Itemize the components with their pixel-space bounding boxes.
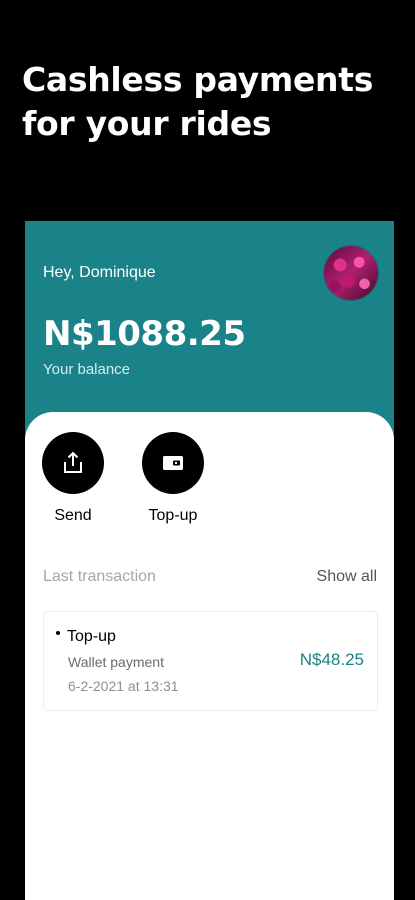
balance-amount: N$1088.25 (43, 314, 246, 354)
wallet-sheet: Send Top-up Last transaction Show all To… (25, 412, 394, 900)
bullet-icon (56, 631, 60, 635)
transaction-title: Top-up (56, 628, 116, 646)
wallet-icon (163, 456, 183, 470)
topup-label: Top-up (148, 507, 198, 524)
balance-label: Your balance (43, 361, 131, 378)
wallet-screen: Hey, Dominique N$1088.25 Your balance Se… (25, 221, 394, 900)
send-label: Send (54, 507, 92, 524)
transaction-title-text: Top-up (67, 628, 116, 645)
show-all-link[interactable]: Show all (317, 568, 377, 586)
headline-line-2: for your rides (22, 104, 272, 143)
promo-headline: Cashless payments for your rides (22, 58, 402, 146)
send-button[interactable]: Send (33, 432, 113, 525)
share-upload-icon (64, 451, 82, 473)
transaction-subtitle: Wallet payment (68, 654, 164, 670)
avatar[interactable] (324, 246, 378, 300)
transaction-amount: N$48.25 (299, 650, 364, 669)
transaction-date: 6-2-2021 at 13:31 (68, 678, 179, 694)
last-transaction-heading: Last transaction (43, 568, 156, 585)
transaction-card[interactable]: Top-up Wallet payment 6-2-2021 at 13:31 … (43, 611, 378, 711)
send-circle[interactable] (42, 432, 104, 494)
greeting-text: Hey, Dominique (43, 264, 156, 281)
topup-circle[interactable] (142, 432, 204, 494)
headline-line-1: Cashless payments (22, 60, 374, 99)
topup-button[interactable]: Top-up (133, 432, 213, 525)
